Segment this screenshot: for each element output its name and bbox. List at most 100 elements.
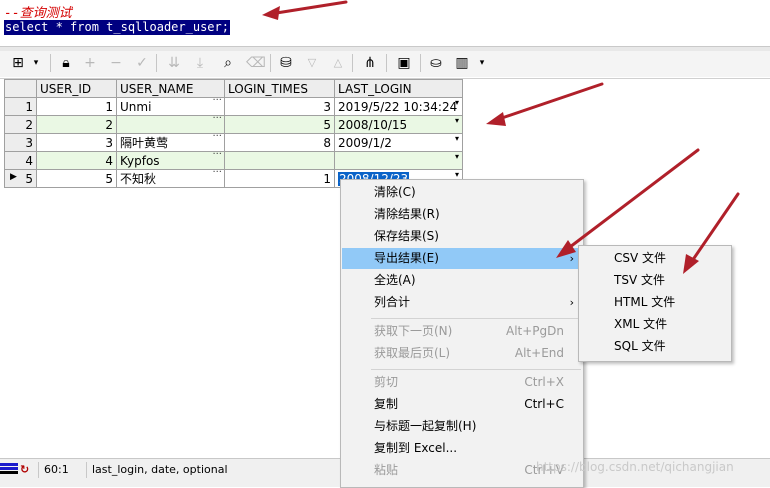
submenu-item-tsv[interactable]: TSV 文件	[580, 270, 730, 291]
cell-user-name[interactable]: 不知秋 ···	[116, 169, 225, 188]
toolbar-separator	[270, 54, 271, 72]
menu-item-label: 获取最后页(L)	[374, 346, 451, 360]
cell-text: Kypfos	[120, 153, 160, 168]
dropdown-icon[interactable]: ▾	[455, 171, 459, 180]
menu-item-column-totals[interactable]: 列合计 ›	[342, 292, 582, 313]
dropdown-icon[interactable]: ▾	[455, 99, 459, 108]
cell-user-id[interactable]: 1	[36, 97, 117, 116]
table-row[interactable]: 3 3 隔叶黄莺 ··· 8 2009/1/2 ▾	[4, 133, 463, 152]
save-icon[interactable]: ▣	[394, 53, 414, 73]
cell-user-id[interactable]: 2	[36, 115, 117, 134]
toolbar-separator	[50, 54, 51, 72]
ellipsis-button[interactable]: ···	[212, 135, 222, 143]
row-number[interactable]: 3	[4, 133, 37, 152]
add-icon[interactable]: +	[80, 53, 100, 73]
submenu-item-xml[interactable]: XML 文件	[580, 314, 730, 335]
menu-item-copy-with-header[interactable]: 与标题一起复制(H)	[342, 416, 582, 437]
ellipsis-button[interactable]: ···	[212, 171, 222, 179]
menu-item-fetch-next-page[interactable]: 获取下一页(N) Alt+PgDn	[342, 321, 582, 342]
menu-item-copy[interactable]: 复制 Ctrl+C	[342, 394, 582, 415]
menu-item-fetch-last-page[interactable]: 获取最后页(L) Alt+End	[342, 343, 582, 364]
ellipsis-button[interactable]: ···	[212, 153, 222, 161]
chevron-down-icon[interactable]: ▾	[26, 53, 46, 73]
menu-item-copy-to-excel[interactable]: 复制到 Excel...	[342, 438, 582, 459]
post-icon[interactable]: ✓	[132, 53, 152, 73]
toolbar-separator	[156, 54, 157, 72]
cell-text: Unmi	[120, 99, 152, 114]
filter-down-icon[interactable]: ▽	[302, 53, 322, 73]
menu-item-select-all[interactable]: 全选(A)	[342, 270, 582, 291]
cell-login-times[interactable]: 5	[224, 115, 335, 134]
table-row[interactable]: 4 4 Kypfos ··· ▾	[4, 151, 463, 170]
row-number[interactable]: ▶ 5	[4, 169, 37, 188]
ellipsis-button[interactable]: ···	[212, 117, 222, 125]
row-number[interactable]: 4	[4, 151, 37, 170]
menu-item-clear[interactable]: 清除(C)	[342, 182, 582, 203]
submenu-item-label: TSV 文件	[614, 273, 665, 287]
cell-last-login[interactable]: 2008/10/15 ▾	[334, 115, 463, 134]
menu-item-cut[interactable]: 剪切 Ctrl+X	[342, 372, 582, 393]
table-row[interactable]: 1 1 Unmi ··· 3 2019/5/22 10:34:24 ▾	[4, 97, 463, 116]
cell-last-login[interactable]: 2019/5/22 10:34:24 ▾	[334, 97, 463, 116]
query-by-example-icon[interactable]: ⛁	[276, 53, 296, 73]
dropdown-icon[interactable]: ▾	[455, 117, 459, 126]
column-header-last-login[interactable]: LAST_LOGIN	[334, 79, 463, 98]
ellipsis-button[interactable]: ···	[212, 99, 222, 107]
filter-up-icon[interactable]: △	[328, 53, 348, 73]
chevron-down-icon[interactable]: ▾	[472, 53, 492, 73]
dropdown-icon[interactable]: ▾	[455, 135, 459, 144]
row-number-header[interactable]	[4, 79, 37, 98]
last-icon[interactable]: ⤓	[190, 53, 210, 73]
cell-user-id[interactable]: 3	[36, 133, 117, 152]
find-icon[interactable]: ⌕	[218, 53, 238, 73]
export-icon[interactable]: ⛀	[426, 53, 446, 73]
cell-login-times[interactable]	[224, 151, 335, 170]
cell-user-id[interactable]: 5	[36, 169, 117, 188]
cell-user-name[interactable]: Kypfos ···	[116, 151, 225, 170]
menu-item-export-results[interactable]: 导出结果(E) ›	[342, 248, 582, 269]
column-header-user-name[interactable]: USER_NAME	[116, 79, 225, 98]
sql-statement[interactable]: select * from t_sqlloader_user;	[4, 20, 230, 35]
remove-icon[interactable]: −	[106, 53, 126, 73]
menu-item-save-results[interactable]: 保存结果(S)	[342, 226, 582, 247]
lock-icon[interactable]: 🔒︎	[56, 53, 76, 73]
menu-item-label: 与标题一起复制(H)	[374, 419, 477, 433]
tree-icon[interactable]: ⋔	[360, 53, 380, 73]
chart-icon[interactable]: ▥	[452, 53, 472, 73]
submenu-item-label: XML 文件	[614, 317, 668, 331]
refresh-icon[interactable]: ↻	[20, 462, 29, 478]
cell-user-name[interactable]: ···	[116, 115, 225, 134]
cell-user-name[interactable]: 隔叶黄莺 ···	[116, 133, 225, 152]
submenu-item-csv[interactable]: CSV 文件	[580, 248, 730, 269]
column-header-user-id[interactable]: USER_ID	[36, 79, 117, 98]
export-submenu: CSV 文件 TSV 文件 HTML 文件 XML 文件 SQL 文件	[578, 245, 732, 362]
grid-icon[interactable]: ⊞	[8, 53, 28, 73]
dropdown-icon[interactable]: ▾	[455, 153, 459, 162]
table-row[interactable]: 2 2 ··· 5 2008/10/15 ▾	[4, 115, 463, 134]
submenu-item-html[interactable]: HTML 文件	[580, 292, 730, 313]
submenu-item-label: CSV 文件	[614, 251, 667, 265]
cursor-position: 60:1	[38, 462, 86, 478]
menu-item-clear-results[interactable]: 清除结果(R)	[342, 204, 582, 225]
cell-last-login[interactable]: ▾	[334, 151, 463, 170]
cell-user-name[interactable]: Unmi ···	[116, 97, 225, 116]
cell-login-times[interactable]: 1	[224, 169, 335, 188]
watermark: https://blog.csdn.net/qichangjian	[536, 460, 734, 474]
cell-login-times[interactable]: 8	[224, 133, 335, 152]
row-number[interactable]: 1	[4, 97, 37, 116]
menu-item-shortcut: Ctrl+X	[524, 375, 564, 389]
menu-item-label: 全选(A)	[374, 273, 416, 287]
cell-login-times[interactable]: 3	[224, 97, 335, 116]
cell-last-login[interactable]: 2009/1/2 ▾	[334, 133, 463, 152]
menu-item-label: 复制	[374, 397, 399, 411]
menu-item-shortcut: Alt+PgDn	[505, 324, 564, 338]
menu-item-shortcut: Ctrl+C	[524, 397, 564, 411]
clear-icon[interactable]: ⌫	[246, 53, 266, 73]
cell-user-id[interactable]: 4	[36, 151, 117, 170]
row-number[interactable]: 2	[4, 115, 37, 134]
submenu-item-label: HTML 文件	[614, 295, 676, 309]
submenu-item-sql[interactable]: SQL 文件	[580, 336, 730, 357]
next-icon[interactable]: ⇊	[164, 53, 184, 73]
sql-editor[interactable]: --查询测试 select * from t_sqlloader_user;	[0, 0, 770, 46]
column-header-login-times[interactable]: LOGIN_TIMES	[224, 79, 335, 98]
